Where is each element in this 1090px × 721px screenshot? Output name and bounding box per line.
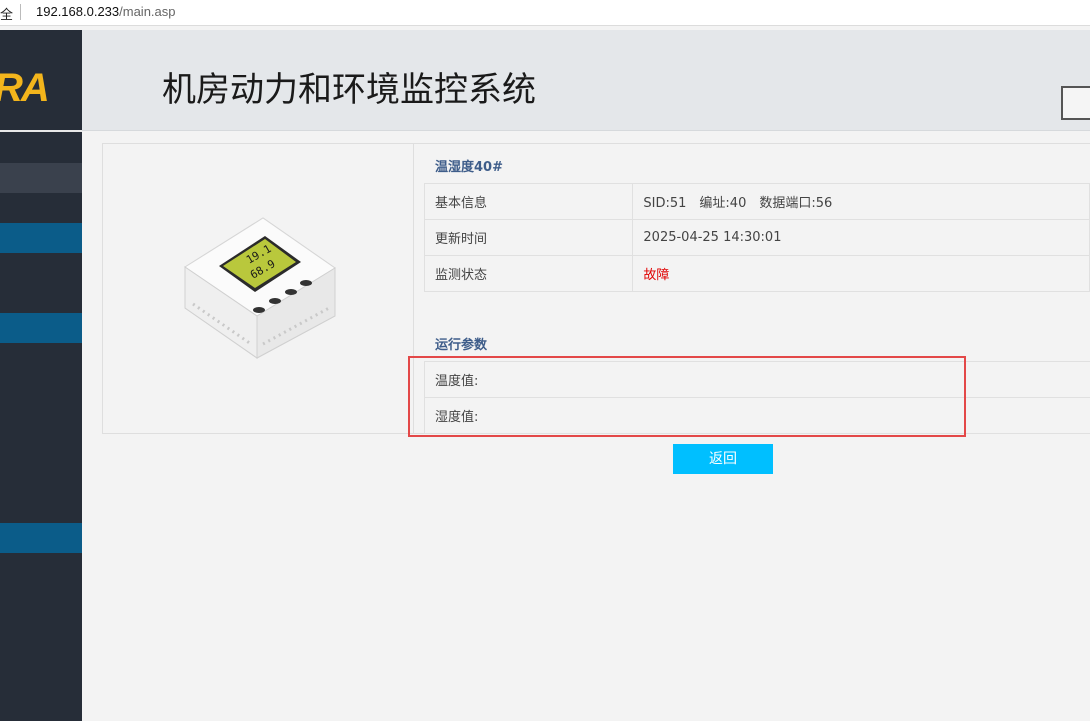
- info-label: 基本信息: [423, 183, 634, 220]
- info-value: 2025-04-25 14:30:01: [632, 219, 1090, 256]
- sidebar-item-2[interactable]: [0, 223, 82, 253]
- annotation-highlight-box: [408, 356, 966, 437]
- table-row: 基本信息 SID:51 编址:40 数据端口:56: [423, 183, 1090, 220]
- device-name: 温湿度40#: [435, 160, 503, 175]
- page-title: 机房动力和环境监控系统: [162, 70, 536, 110]
- logo-divider: [0, 130, 82, 132]
- header: 机房动力和环境监控系统: [82, 30, 1090, 131]
- sidebar: RA: [0, 30, 82, 721]
- sidebar-item-1[interactable]: [0, 163, 82, 193]
- thermo-hygrometer-device-icon: 19.1 68.9: [184, 217, 336, 359]
- logo: RA: [0, 30, 82, 130]
- status-badge: 故障: [632, 255, 1090, 292]
- logo-text: RA: [0, 66, 50, 110]
- security-label: 全: [0, 8, 14, 23]
- back-button[interactable]: 返回: [673, 444, 773, 474]
- url-text[interactable]: 192.168.0.233/main.asp: [36, 4, 176, 19]
- info-label: 监测状态: [423, 255, 634, 292]
- table-row: 更新时间 2025-04-25 14:30:01: [423, 219, 1090, 256]
- info-label: 更新时间: [423, 219, 634, 256]
- device-image-box: 19.1 68.9: [103, 144, 414, 433]
- header-corner-button[interactable]: [1061, 86, 1090, 120]
- url-host: 192.168.0.233: [36, 4, 120, 19]
- params-title: 运行参数: [435, 338, 488, 353]
- device-info-table: 基本信息 SID:51 编址:40 数据端口:56 更新时间 2025-04-2…: [423, 183, 1090, 292]
- table-row: 监测状态 故障: [423, 255, 1090, 292]
- address-separator: [20, 4, 21, 20]
- address-bar[interactable]: 全 192.168.0.233/main.asp: [0, 0, 1090, 26]
- info-value: SID:51 编址:40 数据端口:56: [632, 183, 1090, 220]
- sidebar-item-4[interactable]: [0, 523, 82, 553]
- sidebar-item-3[interactable]: [0, 313, 82, 343]
- url-path: /main.asp: [119, 4, 176, 19]
